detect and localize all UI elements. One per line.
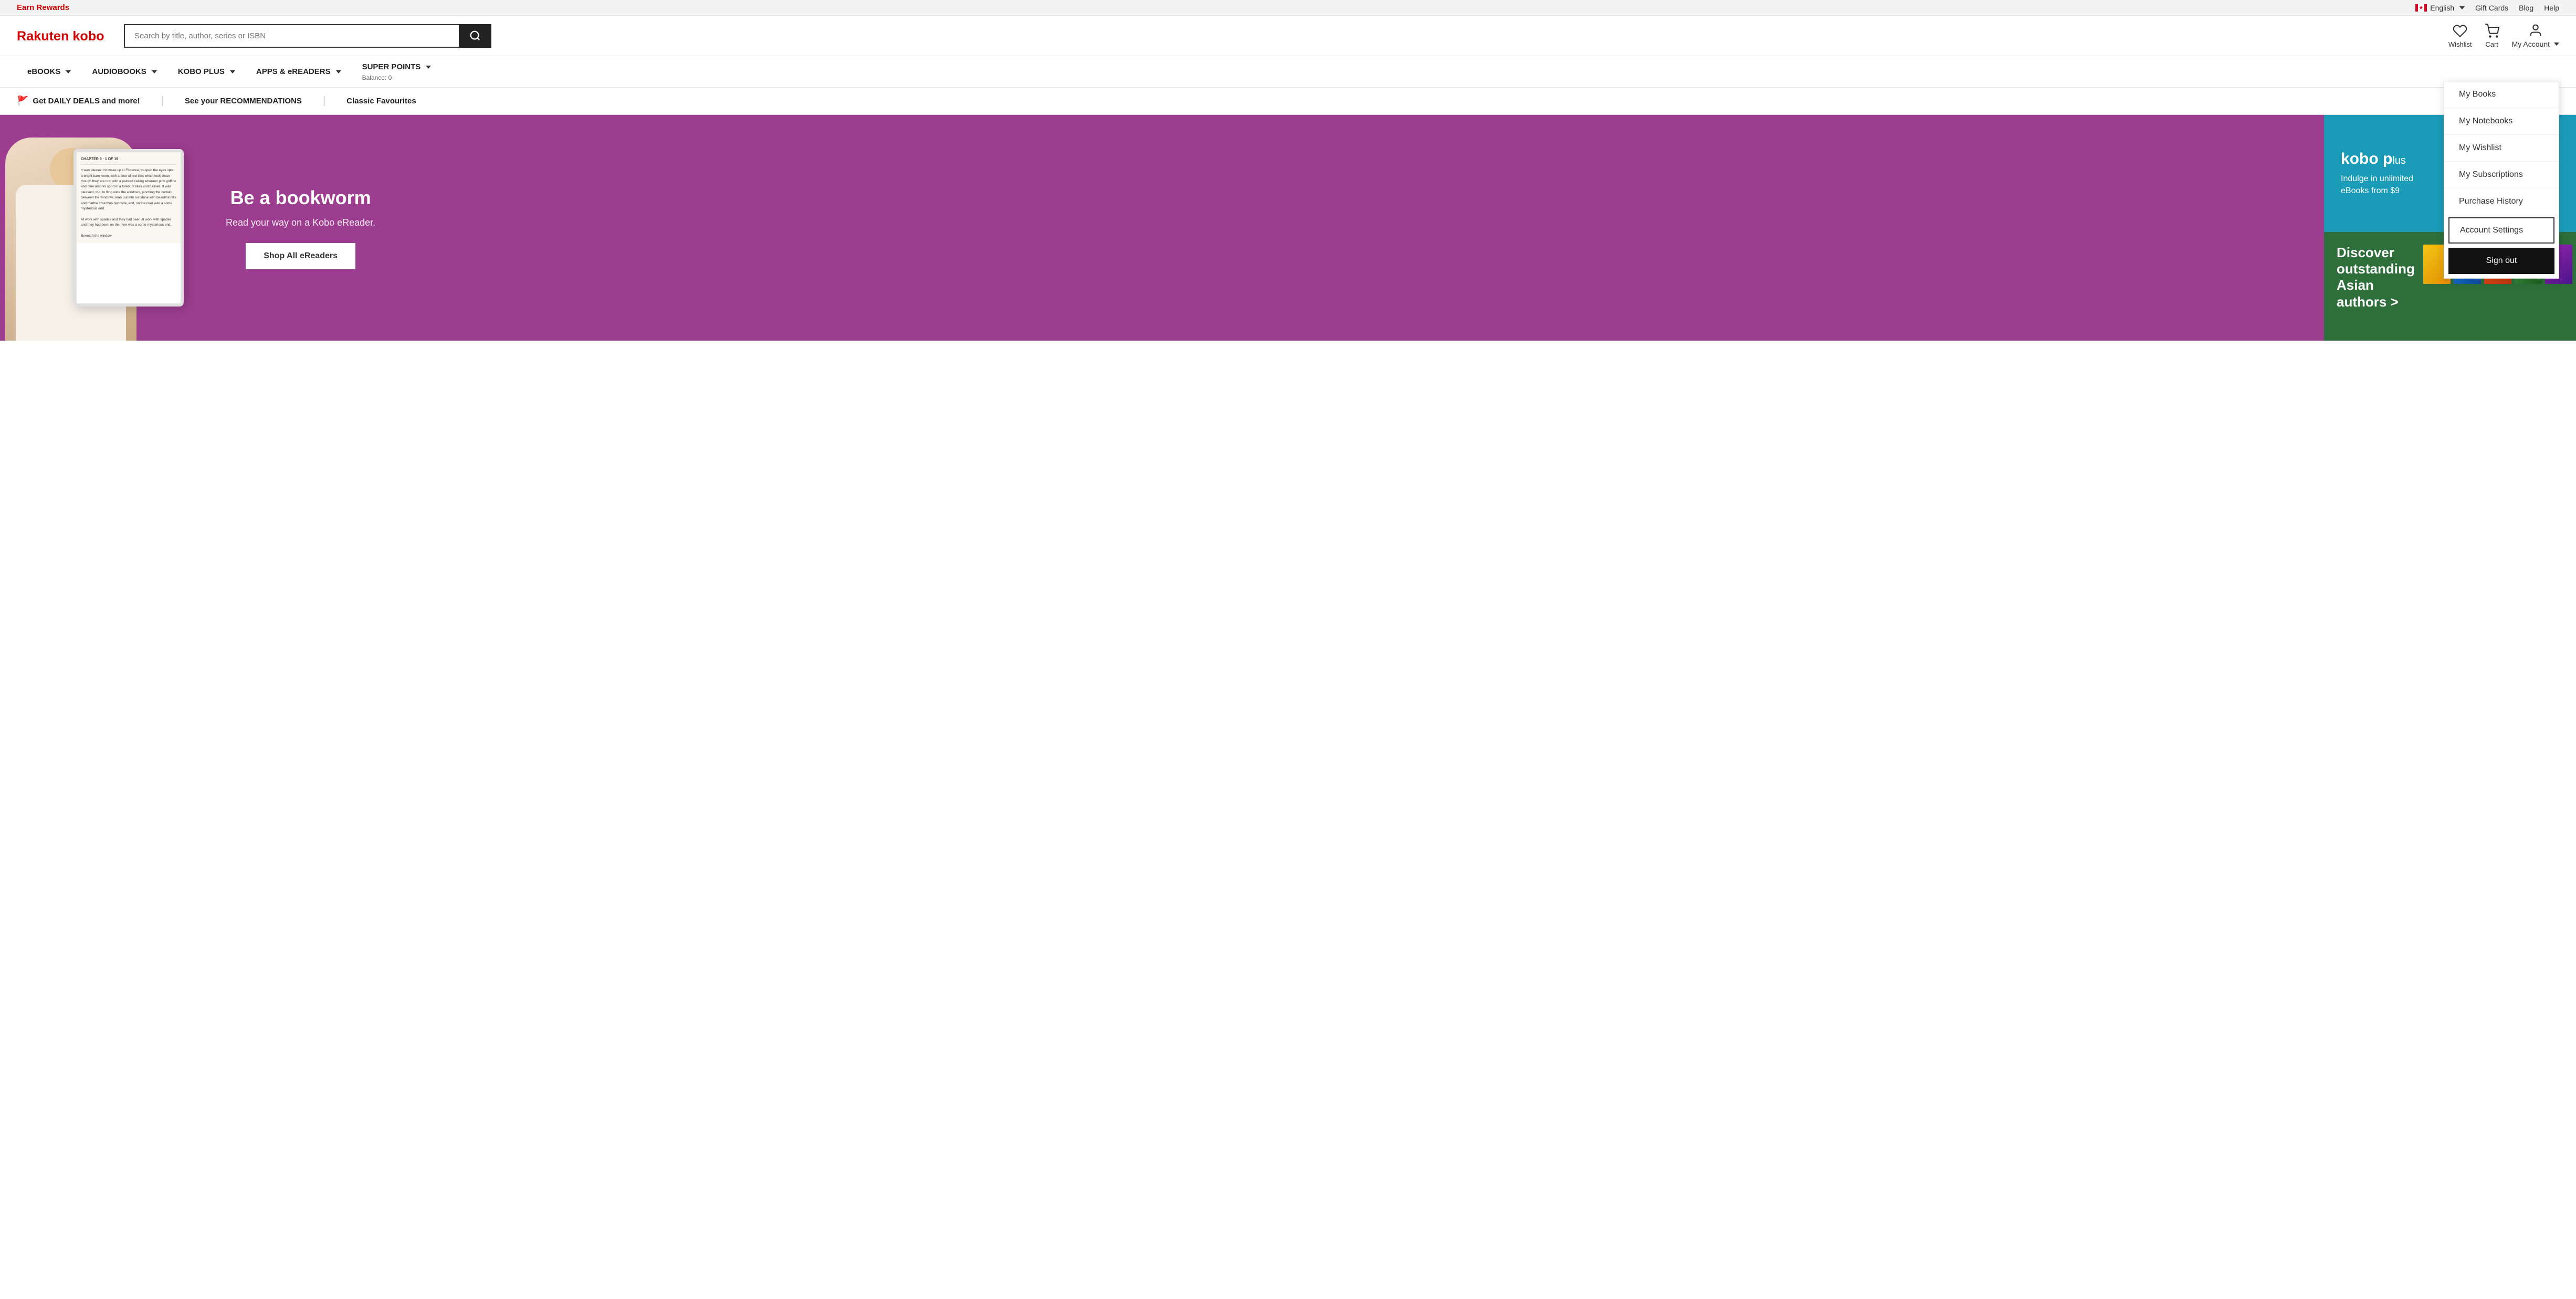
promo-divider-1: | xyxy=(161,95,164,107)
dropdown-my-subscriptions[interactable]: My Subscriptions xyxy=(2444,162,2559,188)
top-bar-right: English Gift Cards Blog Help xyxy=(2415,4,2559,12)
hero-left: CHAPTER 9 · 1 OF 19 It was pleasant to w… xyxy=(0,115,2324,341)
nav-apps-ereaders[interactable]: APPS & eREADERS xyxy=(246,58,352,86)
nav-apps-chevron xyxy=(336,70,341,73)
dropdown-purchase-history[interactable]: Purchase History xyxy=(2444,188,2559,215)
nav-audiobooks-chevron xyxy=(152,70,157,73)
cart-button[interactable]: Cart xyxy=(2485,24,2499,48)
nav-koboplus-chevron xyxy=(230,70,235,73)
nav-superpoints-chevron xyxy=(426,66,431,69)
shop-all-ereaders-button[interactable]: Shop All eReaders xyxy=(246,243,355,269)
nav-super-points[interactable]: SUPER POINTS Balance: 0 xyxy=(352,56,442,87)
nav-ebooks[interactable]: eBOOKS xyxy=(17,58,81,86)
search-button[interactable] xyxy=(459,24,491,48)
daily-deals-link[interactable]: 🚩 Get DAILY DEALS and more! xyxy=(17,96,140,107)
canada-flag-icon xyxy=(2415,4,2427,12)
cart-label: Cart xyxy=(2485,40,2498,48)
main-nav: eBOOKS AUDIOBOOKS KOBO PLUS APPS & eREAD… xyxy=(0,56,2576,88)
svg-text:Rakuten kobo: Rakuten kobo xyxy=(17,29,104,44)
flag-icon: 🚩 xyxy=(17,96,28,107)
dropdown-my-notebooks[interactable]: My Notebooks xyxy=(2444,108,2559,135)
nav-kobo-plus[interactable]: KOBO PLUS xyxy=(167,58,246,86)
search-icon xyxy=(469,30,481,41)
nav-audiobooks[interactable]: AUDIOBOOKS xyxy=(81,58,167,86)
hero-content: Be a bookworm Read your way on a Kobo eR… xyxy=(226,187,375,269)
heart-icon xyxy=(2453,24,2467,38)
classic-favourites-link[interactable]: Classic Favourites xyxy=(346,97,416,105)
promo-divider-2: | xyxy=(323,95,325,107)
dropdown-account-settings[interactable]: Account Settings xyxy=(2448,217,2554,244)
recommendations-link[interactable]: See your RECOMMENDATIONS xyxy=(185,97,302,105)
search-bar xyxy=(124,24,491,48)
hero-subtitle: Read your way on a Kobo eReader. xyxy=(226,217,375,228)
top-bar: Earn Rewards English Gift Cards Blog Hel… xyxy=(0,0,2576,16)
logo[interactable]: Rakuten kobo xyxy=(17,26,111,45)
blog-link[interactable]: Blog xyxy=(2519,4,2533,12)
my-account-button[interactable]: My Account xyxy=(2512,23,2559,48)
dropdown-my-books[interactable]: My Books xyxy=(2444,81,2559,108)
cart-icon xyxy=(2485,24,2499,38)
gift-cards-link[interactable]: Gift Cards xyxy=(2475,4,2508,12)
hero-title: Be a bookworm xyxy=(226,187,375,209)
language-label: English xyxy=(2430,4,2454,12)
language-chevron-icon xyxy=(2459,6,2465,9)
asian-authors-title: Discover outstanding Asian authors > xyxy=(2337,245,2415,310)
rakuten-kobo-logo: Rakuten kobo xyxy=(17,26,111,45)
account-chevron-icon xyxy=(2554,43,2559,46)
account-dropdown: My Books My Notebooks My Wishlist My Sub… xyxy=(2444,81,2559,279)
help-link[interactable]: Help xyxy=(2544,4,2559,12)
dropdown-sign-out[interactable]: Sign out xyxy=(2448,248,2554,274)
language-selector[interactable]: English xyxy=(2415,4,2465,12)
earn-rewards-link[interactable]: Earn Rewards xyxy=(17,3,69,12)
header: Rakuten kobo Wishlist Cart xyxy=(0,16,2576,56)
asian-authors-text: Discover outstanding Asian authors > xyxy=(2337,245,2415,310)
wishlist-label: Wishlist xyxy=(2448,40,2472,48)
account-icon xyxy=(2528,23,2543,38)
wishlist-button[interactable]: Wishlist xyxy=(2448,24,2472,48)
my-account-label: My Account xyxy=(2512,40,2559,48)
dropdown-my-wishlist[interactable]: My Wishlist xyxy=(2444,135,2559,162)
header-actions: Wishlist Cart My Account My Books My Not xyxy=(2448,23,2559,48)
promo-bar: 🚩 Get DAILY DEALS and more! | See your R… xyxy=(0,88,2576,115)
nav-ebooks-chevron xyxy=(66,70,71,73)
top-bar-left: Earn Rewards xyxy=(17,3,69,12)
ereader-device: CHAPTER 9 · 1 OF 19 It was pleasant to w… xyxy=(73,149,184,307)
hero-section: CHAPTER 9 · 1 OF 19 It was pleasant to w… xyxy=(0,115,2576,341)
search-input[interactable] xyxy=(124,24,459,48)
